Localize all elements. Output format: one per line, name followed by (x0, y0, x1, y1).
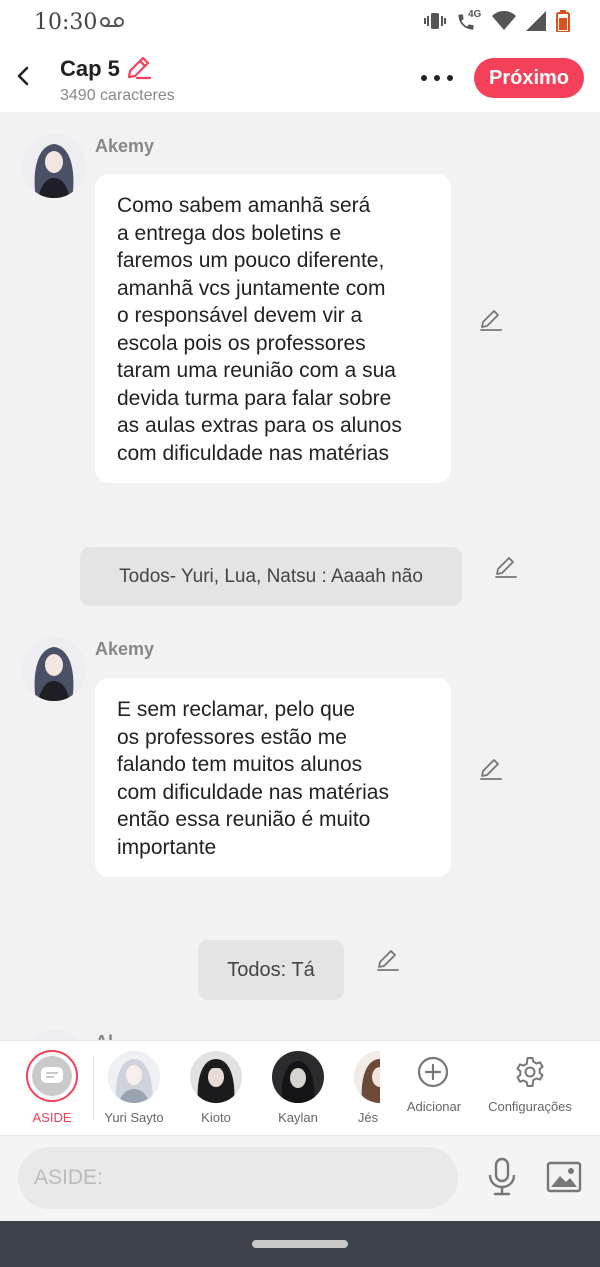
character-name: Kaylan (278, 1110, 318, 1125)
edit-message-pencil-icon[interactable] (479, 308, 503, 332)
add-character-icon[interactable] (416, 1055, 450, 1089)
microphone-icon[interactable] (486, 1157, 518, 1197)
akemy-avatar[interactable] (22, 1030, 86, 1040)
network-type-label: 4G (468, 9, 482, 20)
character-yuri-sayto[interactable]: Yuri Sayto (94, 1041, 174, 1137)
status-bar: 10:30 4G (0, 0, 600, 46)
chapter-title[interactable]: Cap 5 (60, 56, 120, 82)
aside-chat-icon (32, 1056, 72, 1096)
character-name: ASIDE (32, 1110, 72, 1125)
status-time: 10:30 (34, 10, 98, 35)
kioto-avatar (190, 1051, 242, 1103)
edit-message-pencil-icon[interactable] (479, 757, 503, 781)
speaker-name: Al (95, 1032, 113, 1040)
editor-header: Cap 5 3490 caracteres Próximo (0, 46, 600, 112)
settings-label[interactable]: Configurações (482, 1099, 578, 1114)
call-4g-icon: 4G (456, 9, 482, 32)
speaker-name: Akemy (95, 639, 155, 659)
akemy-avatar[interactable] (22, 637, 86, 701)
group-dialogue-bubble[interactable]: Todos: Tá (198, 940, 344, 1000)
group-dialogue-bubble[interactable]: Todos- Yuri, Lua, Natsu : Aaaah não (80, 547, 462, 606)
image-upload-icon[interactable] (546, 1161, 582, 1193)
status-icons: 4G (424, 9, 570, 32)
home-gesture-pill[interactable] (252, 1240, 348, 1248)
next-button[interactable]: Próximo (474, 58, 584, 98)
back-arrow-icon[interactable] (12, 64, 36, 88)
dialogue-bubble[interactable]: E sem reclamar, pelo que os professores … (95, 678, 451, 877)
character-aside[interactable]: ASIDE (12, 1041, 92, 1137)
aside-selected-ring (26, 1050, 78, 1102)
add-character-label[interactable]: Adicionar (396, 1099, 472, 1114)
character-name: Yuri Sayto (104, 1110, 164, 1125)
more-options-icon[interactable] (420, 74, 454, 82)
akemy-avatar[interactable] (22, 134, 86, 198)
character-name: Kioto (201, 1110, 231, 1125)
speaker-name: Akemy (95, 136, 155, 156)
edit-message-pencil-icon[interactable] (376, 948, 400, 972)
input-bar (0, 1137, 600, 1221)
kaylan-avatar (272, 1051, 324, 1103)
settings-gear-icon[interactable] (513, 1055, 547, 1089)
character-kioto[interactable]: Kioto (176, 1041, 256, 1137)
vibrate-icon (424, 13, 446, 29)
wifi-icon (492, 11, 516, 30)
dialogue-bubble[interactable]: Como sabem amanhã será a entrega dos bol… (95, 174, 451, 483)
character-name: Jés (357, 1110, 379, 1125)
aside-text-input[interactable] (18, 1147, 458, 1209)
voicemail-icon (100, 17, 124, 27)
battery-icon (556, 10, 570, 32)
character-kaylan[interactable]: Kaylan (258, 1041, 338, 1137)
edit-title-pencil-icon[interactable] (124, 54, 152, 82)
character-jes[interactable]: Jés (340, 1041, 380, 1137)
character-selector-bar: ASIDE Yuri Sayto Kioto Kaylan Jés Adicio… (0, 1040, 600, 1136)
cell-signal-icon (526, 11, 546, 31)
jes-avatar (354, 1051, 380, 1103)
system-navigation-bar (0, 1221, 600, 1267)
edit-message-pencil-icon[interactable] (494, 555, 518, 579)
chat-area: Akemy Como sabem amanhã será a entrega d… (0, 112, 600, 1040)
yuri-avatar (108, 1051, 160, 1103)
character-count: 3490 caracteres (60, 87, 175, 104)
